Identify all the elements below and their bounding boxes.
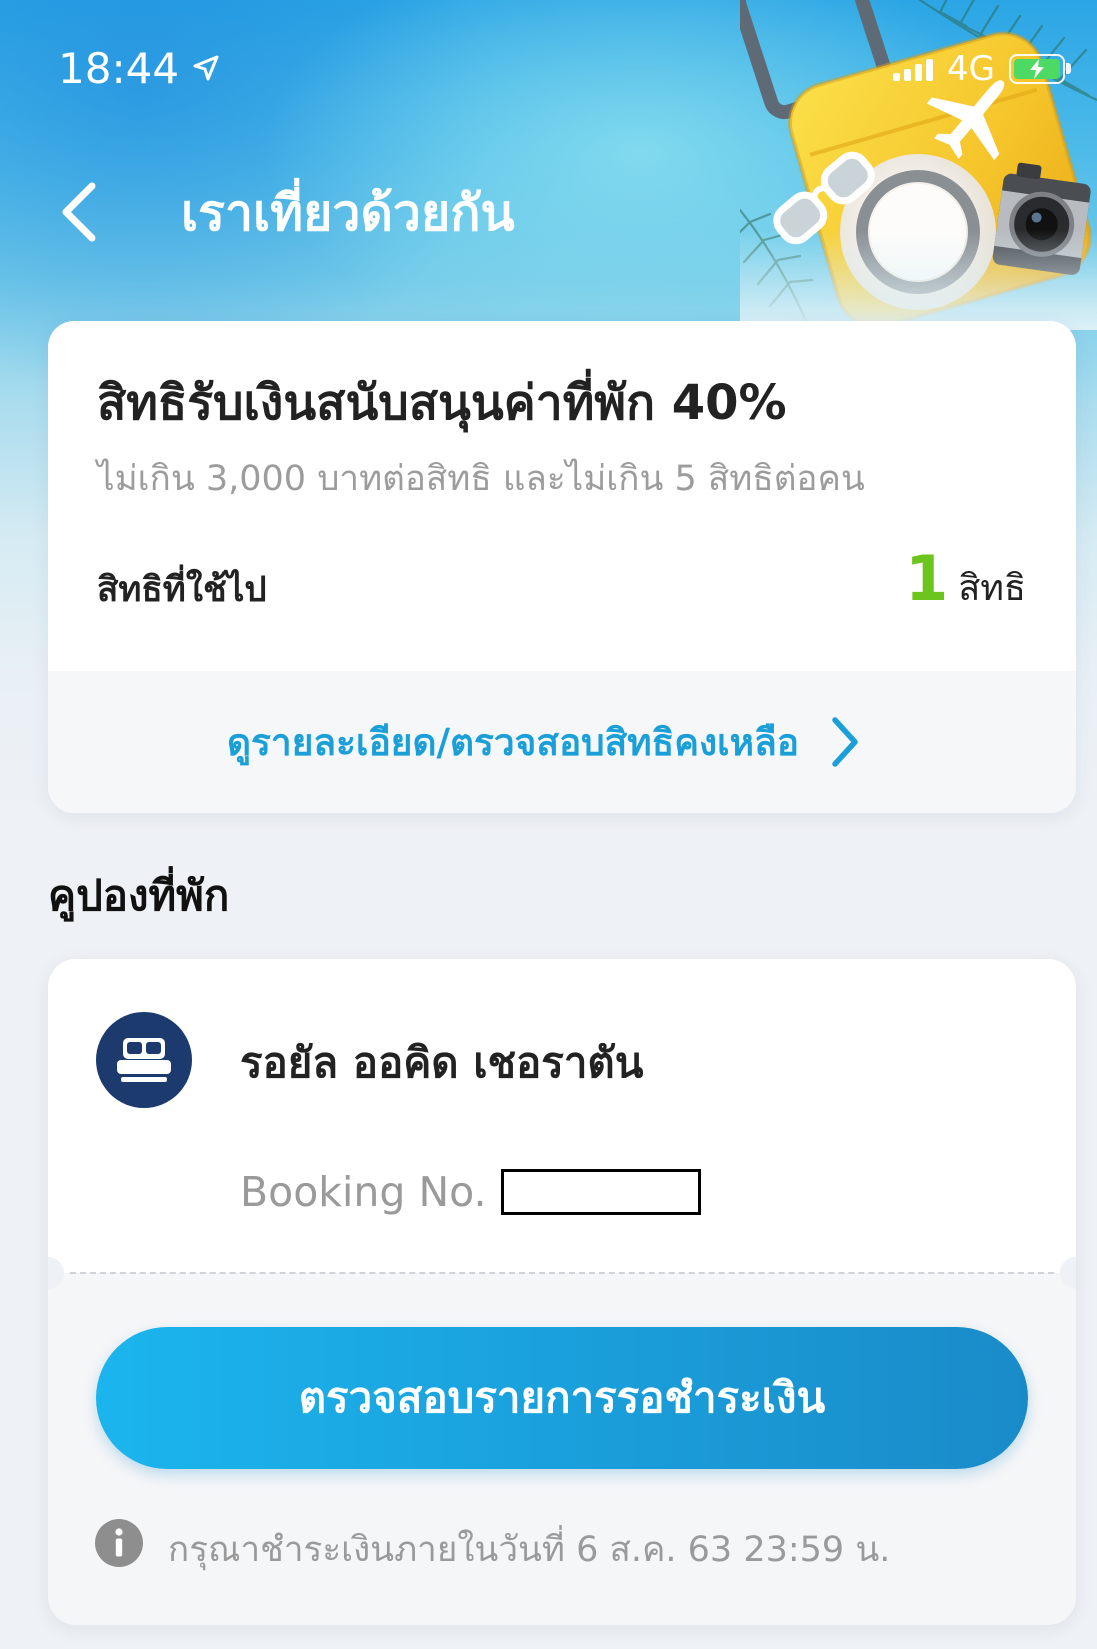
travel-illustration: [740, 0, 1097, 330]
ticket-divider: [70, 1272, 1054, 1274]
entitlement-card: สิทธิรับเงินสนับสนุนค่าที่พัก 40% ไม่เกิ…: [48, 321, 1076, 813]
chevron-right-icon[interactable]: [829, 715, 861, 769]
entitlement-title: สิทธิรับเงินสนับสนุนค่าที่พัก 40%: [97, 375, 787, 431]
used-entitlement-value: 1 สิทธิ: [905, 543, 1026, 616]
hotel-name: รอยัล ออคิด เชอราตัน: [240, 1038, 644, 1087]
used-entitlement-unit: สิทธิ: [958, 568, 1026, 609]
network-type: 4G: [947, 49, 995, 89]
battery-charging-icon: [1009, 54, 1071, 84]
location-arrow-icon: [193, 55, 219, 81]
coupon-section-heading: คูปองที่พัก: [48, 871, 230, 920]
clock-time: 18:44: [58, 43, 180, 93]
chevron-left-icon[interactable]: [56, 180, 100, 244]
used-entitlement-count: 1: [905, 542, 949, 615]
status-bar-time: 18:44: [58, 40, 221, 96]
info-icon: [95, 1519, 143, 1567]
used-entitlement-label: สิทธิที่ใช้ไป: [97, 570, 267, 610]
entitlement-subtitle: ไม่เกิน 3,000 บาทต่อสิทธิ และไม่เกิน 5 ส…: [97, 459, 865, 499]
cellular-signal-icon: [893, 57, 934, 81]
coupon-info: รอยัล ออคิด เชอราตัน Booking No.: [48, 959, 1076, 1273]
back-button[interactable]: [56, 180, 100, 244]
booking-number-redacted: [500, 1169, 701, 1215]
status-bar-indicators: 4G: [893, 49, 1071, 89]
payment-deadline-notice: กรุณาชำระเงินภายในวันที่ 6 ส.ค. 63 23:59…: [168, 1530, 891, 1570]
check-pending-payment-button[interactable]: ตรวจสอบรายการรอชำระเงิน: [96, 1327, 1028, 1469]
booking-number-label: Booking No.: [240, 1168, 487, 1216]
hotel-coupon-card: รอยัล ออคิด เชอราตัน Booking No. ตรวจสอบ…: [48, 959, 1076, 1625]
page-title: เราเที่ยวด้วยกัน: [181, 184, 515, 242]
details-link[interactable]: ดูรายละเอียด/ตรวจสอบสิทธิคงเหลือ: [48, 671, 1076, 813]
booking-number: Booking No.: [240, 1166, 701, 1218]
details-link-label[interactable]: ดูรายละเอียด/ตรวจสอบสิทธิคงเหลือ: [227, 713, 799, 772]
bed-icon: [96, 1012, 192, 1108]
